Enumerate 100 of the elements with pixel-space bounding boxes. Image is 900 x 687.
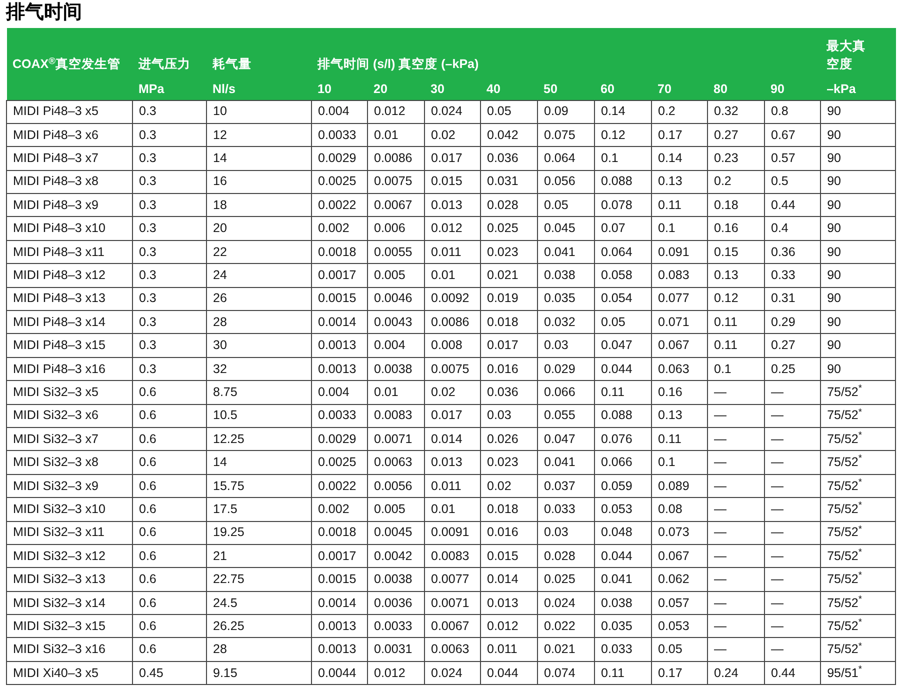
table-cell-text: 0.014 xyxy=(487,571,518,588)
table-cell-text: 16 xyxy=(213,173,227,190)
table-cell-text: 0.089 xyxy=(658,478,690,495)
table-cell-text: 0.11 xyxy=(658,430,682,448)
table-cell-text: 22.75 xyxy=(213,571,244,588)
table-cell-text: 0.036 xyxy=(487,384,518,401)
table-cell-text: 0.6 xyxy=(139,641,156,658)
table-cell-text: 0.12 xyxy=(714,290,738,308)
table-cell-text: 0.015 xyxy=(487,548,518,565)
table-cell-text: 0.013 xyxy=(431,196,462,214)
table-cell-text: 0.017 xyxy=(431,407,462,424)
table-cell-text: 0.27 xyxy=(714,126,738,144)
table-cell-text: — xyxy=(771,478,784,495)
table-cell-text: 24 xyxy=(213,267,227,284)
table-cell-text: 0.6 xyxy=(139,454,156,472)
table-cell-text: 0.025 xyxy=(544,571,576,588)
table-cell-text: — xyxy=(714,618,726,635)
table-cell-text: 0.002 xyxy=(318,220,350,238)
table-cell-text: 0.6 xyxy=(139,384,156,401)
table-cell-text: — xyxy=(771,548,784,565)
table-cell-text: 0.0063 xyxy=(431,641,470,658)
table-cell-text: 0.0055 xyxy=(374,244,412,261)
table-cell-text: 0.02 xyxy=(431,384,456,401)
table-cell-text: 90 xyxy=(827,267,841,284)
table-cell: 75/52$^{*}$ xyxy=(827,430,862,448)
table-cell-text: 0.0038 xyxy=(374,571,412,588)
table-cell-text: 0.29 xyxy=(771,314,796,331)
table-cell-text: 0.6 xyxy=(139,500,156,518)
table-cell-text: 0.031 xyxy=(487,173,518,190)
table-cell-text: 0.16 xyxy=(658,384,682,401)
table-cell-text: 0.0075 xyxy=(374,173,412,190)
table-cell-text: 0.0022 xyxy=(318,196,356,214)
table-cell-text: 0.3 xyxy=(139,290,156,308)
table-cell-text: 0.091 xyxy=(658,244,690,261)
table-cell-text: 0.0031 xyxy=(374,641,412,658)
table-cell-text: 9.15 xyxy=(213,664,238,682)
table-cell: 75/52$^{*}$ xyxy=(827,453,862,472)
table-cell-text: 0.0013 xyxy=(318,618,356,635)
table-cell-text: — xyxy=(714,571,726,588)
column-header: –kPa xyxy=(826,81,857,98)
table-cell-text: MIDI Pi48–3 x16 xyxy=(13,360,106,378)
table-cell-text: 0.005 xyxy=(374,500,406,518)
table-cell-text: 0.05 xyxy=(601,314,626,331)
table-cell-text: — xyxy=(714,454,726,472)
table-cell-text: 0.0017 xyxy=(318,548,356,565)
table-cell-text: 0.6 xyxy=(139,618,156,635)
table-cell-text: 0.33 xyxy=(771,267,796,284)
table-cell-text: 0.3 xyxy=(139,196,156,214)
table-cell-text: 0.0071 xyxy=(374,430,412,448)
table-cell-text: 0.8 xyxy=(771,103,788,120)
table-cell-text: — xyxy=(771,500,784,518)
table-cell-text: 0.0015 xyxy=(318,290,356,308)
table-cell-text: 0.021 xyxy=(487,267,518,284)
column-header: 90 xyxy=(770,81,786,98)
table-cell-text: 0.024 xyxy=(431,664,462,682)
table-cell-text: 0.0015 xyxy=(318,571,356,588)
table-cell-text: 0.23 xyxy=(714,150,738,168)
table-cell-text: 0.16 xyxy=(714,220,738,238)
table-cell-text: 0.02 xyxy=(431,126,456,144)
table-cell-text: 0.14 xyxy=(658,150,682,168)
table-cell-text: 0.067 xyxy=(658,548,690,565)
table-cell-text: 90 xyxy=(827,173,841,190)
table-cell-text: 0.004 xyxy=(374,337,406,354)
table-cell-text: MIDI Si32–3 x8 xyxy=(13,454,98,472)
table-cell-text: 0.057 xyxy=(658,594,690,612)
table-cell-text: MIDI Pi48–3 x15 xyxy=(13,337,106,354)
table-cell-text: 0.3 xyxy=(139,173,156,190)
table-cell-text: 0.27 xyxy=(771,337,796,354)
table-cell-text: — xyxy=(714,430,726,448)
table-cell-text: 0.011 xyxy=(431,478,462,495)
table-cell-text: 0.09 xyxy=(544,103,568,120)
table-cell-text: 0.13 xyxy=(714,267,738,284)
table-cell-text: 0.6 xyxy=(139,571,156,588)
table-cell: 75/52$^{*}$ xyxy=(827,476,862,495)
table-cell-text: 28 xyxy=(213,641,227,658)
table-cell-text: 0.075 xyxy=(544,126,576,144)
table-cell-text: 0.67 xyxy=(771,126,796,144)
table-cell-text: 0.016 xyxy=(487,524,518,542)
table-cell-text: 90 xyxy=(827,196,841,214)
table-cell-text: 0.044 xyxy=(601,360,632,378)
table-cell-text: 0.3 xyxy=(139,103,156,120)
table-cell-text: 0.012 xyxy=(487,618,518,635)
table-cell-text: 0.11 xyxy=(714,314,738,331)
column-header: 40 xyxy=(486,81,502,98)
table-cell-text: 0.02 xyxy=(487,478,512,495)
table-cell-text: 0.6 xyxy=(139,524,156,542)
table-cell-text: 0.17 xyxy=(658,664,682,682)
table-cell: 75/52$^{*}$ xyxy=(827,616,862,635)
table-cell-text: 0.066 xyxy=(544,384,576,401)
table-cell-text: 0.11 xyxy=(601,664,624,682)
table-cell-text: 0.047 xyxy=(601,337,632,354)
column-header: COAX$^{®}$真空发生管 xyxy=(12,54,122,74)
table-cell-text: 0.053 xyxy=(601,500,632,518)
table-cell: 75/52$^{*}$ xyxy=(827,383,862,401)
table-cell-text: 0.042 xyxy=(487,126,518,144)
table-cell-text: MIDI Si32–3 x13 xyxy=(13,571,106,588)
table-cell-text: — xyxy=(771,641,784,658)
table-cell-text: 0.6 xyxy=(139,478,156,495)
table-cell-text: 0.05 xyxy=(658,641,682,658)
table-cell-text: 0.074 xyxy=(544,664,576,682)
